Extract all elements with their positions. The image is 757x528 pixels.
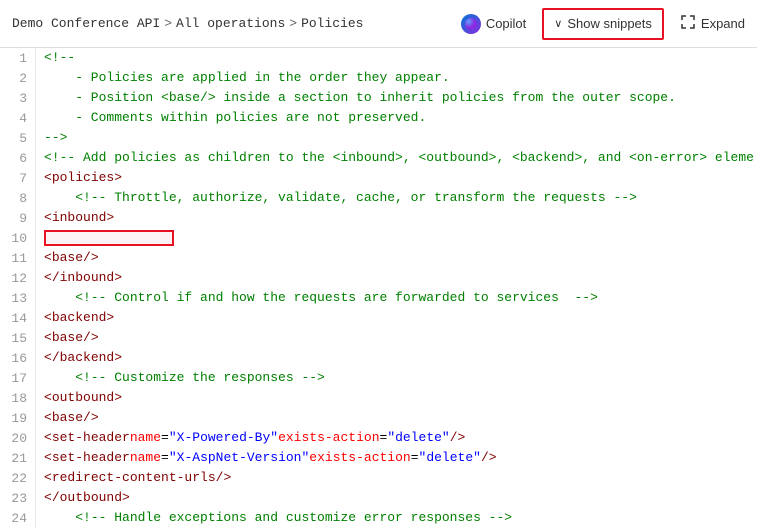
code-line-8: <!-- Throttle, authorize, validate, cach… — [44, 188, 757, 208]
code-line-10 — [44, 228, 757, 248]
line-num-17: 17 — [0, 368, 35, 388]
code-line-7: <policies> — [44, 168, 757, 188]
breadcrumb-part2: All operations — [176, 16, 285, 31]
breadcrumb-sep2: > — [289, 16, 297, 31]
breadcrumb-sep1: > — [164, 16, 172, 31]
line-num-7: 7 — [0, 168, 35, 188]
code-line-19: <base /> — [44, 408, 757, 428]
code-line-9: <inbound> — [44, 208, 757, 228]
code-line-14: <backend> — [44, 308, 757, 328]
code-line-15: <base /> — [44, 328, 757, 348]
selection-highlight — [44, 230, 174, 246]
chevron-down-icon: ∨ — [554, 17, 562, 30]
line-num-16: 16 — [0, 348, 35, 368]
code-line-3: - Position <base/> inside a section to i… — [44, 88, 757, 108]
code-line-22: <redirect-content-urls /> — [44, 468, 757, 488]
code-area[interactable]: <!-- - Policies are applied in the order… — [36, 48, 757, 528]
line-num-24: 24 — [0, 508, 35, 528]
copilot-button[interactable]: Copilot — [461, 14, 526, 34]
expand-icon — [680, 14, 696, 33]
line-num-20: 20 — [0, 428, 35, 448]
copilot-label: Copilot — [486, 16, 526, 31]
code-line-16: </backend> — [44, 348, 757, 368]
line-numbers: 1234567891011121314151617181920212223242… — [0, 48, 36, 528]
code-line-13: <!-- Control if and how the requests are… — [44, 288, 757, 308]
line-num-12: 12 — [0, 268, 35, 288]
code-line-4: - Comments within policies are not prese… — [44, 108, 757, 128]
line-num-13: 13 — [0, 288, 35, 308]
header-actions: Copilot ∨ Show snippets Expand — [461, 8, 745, 40]
breadcrumb: Demo Conference API > All operations > P… — [12, 16, 364, 31]
breadcrumb-part3: Policies — [301, 16, 363, 31]
show-snippets-button[interactable]: ∨ Show snippets — [542, 8, 664, 40]
line-num-14: 14 — [0, 308, 35, 328]
copilot-icon — [461, 14, 481, 34]
line-num-22: 22 — [0, 468, 35, 488]
code-line-18: <outbound> — [44, 388, 757, 408]
line-num-21: 21 — [0, 448, 35, 468]
code-line-12: </inbound> — [44, 268, 757, 288]
code-line-11: <base /> — [44, 248, 757, 268]
line-num-3: 3 — [0, 88, 35, 108]
line-num-11: 11 — [0, 248, 35, 268]
code-line-2: - Policies are applied in the order they… — [44, 68, 757, 88]
line-num-5: 5 — [0, 128, 35, 148]
line-num-1: 1 — [0, 48, 35, 68]
line-num-8: 8 — [0, 188, 35, 208]
breadcrumb-part1: Demo Conference API — [12, 16, 160, 31]
code-line-5: --> — [44, 128, 757, 148]
line-num-15: 15 — [0, 328, 35, 348]
line-num-23: 23 — [0, 488, 35, 508]
show-snippets-label: Show snippets — [567, 16, 652, 31]
expand-label: Expand — [701, 16, 745, 31]
line-num-6: 6 — [0, 148, 35, 168]
header: Demo Conference API > All operations > P… — [0, 0, 757, 48]
code-line-23: </outbound> — [44, 488, 757, 508]
line-num-10: 10 — [0, 228, 35, 248]
code-editor[interactable]: 1234567891011121314151617181920212223242… — [0, 48, 757, 528]
line-num-19: 19 — [0, 408, 35, 428]
code-line-6: <!-- Add policies as children to the <in… — [44, 148, 757, 168]
code-line-20: <set-header name="X-Powered-By" exists-a… — [44, 428, 757, 448]
line-num-2: 2 — [0, 68, 35, 88]
expand-button[interactable]: Expand — [680, 14, 745, 33]
line-num-18: 18 — [0, 388, 35, 408]
code-line-1: <!-- — [44, 48, 757, 68]
code-line-17: <!-- Customize the responses --> — [44, 368, 757, 388]
line-num-4: 4 — [0, 108, 35, 128]
line-num-9: 9 — [0, 208, 35, 228]
code-line-24: <!-- Handle exceptions and customize err… — [44, 508, 757, 528]
code-line-21: <set-header name="X-AspNet-Version" exis… — [44, 448, 757, 468]
